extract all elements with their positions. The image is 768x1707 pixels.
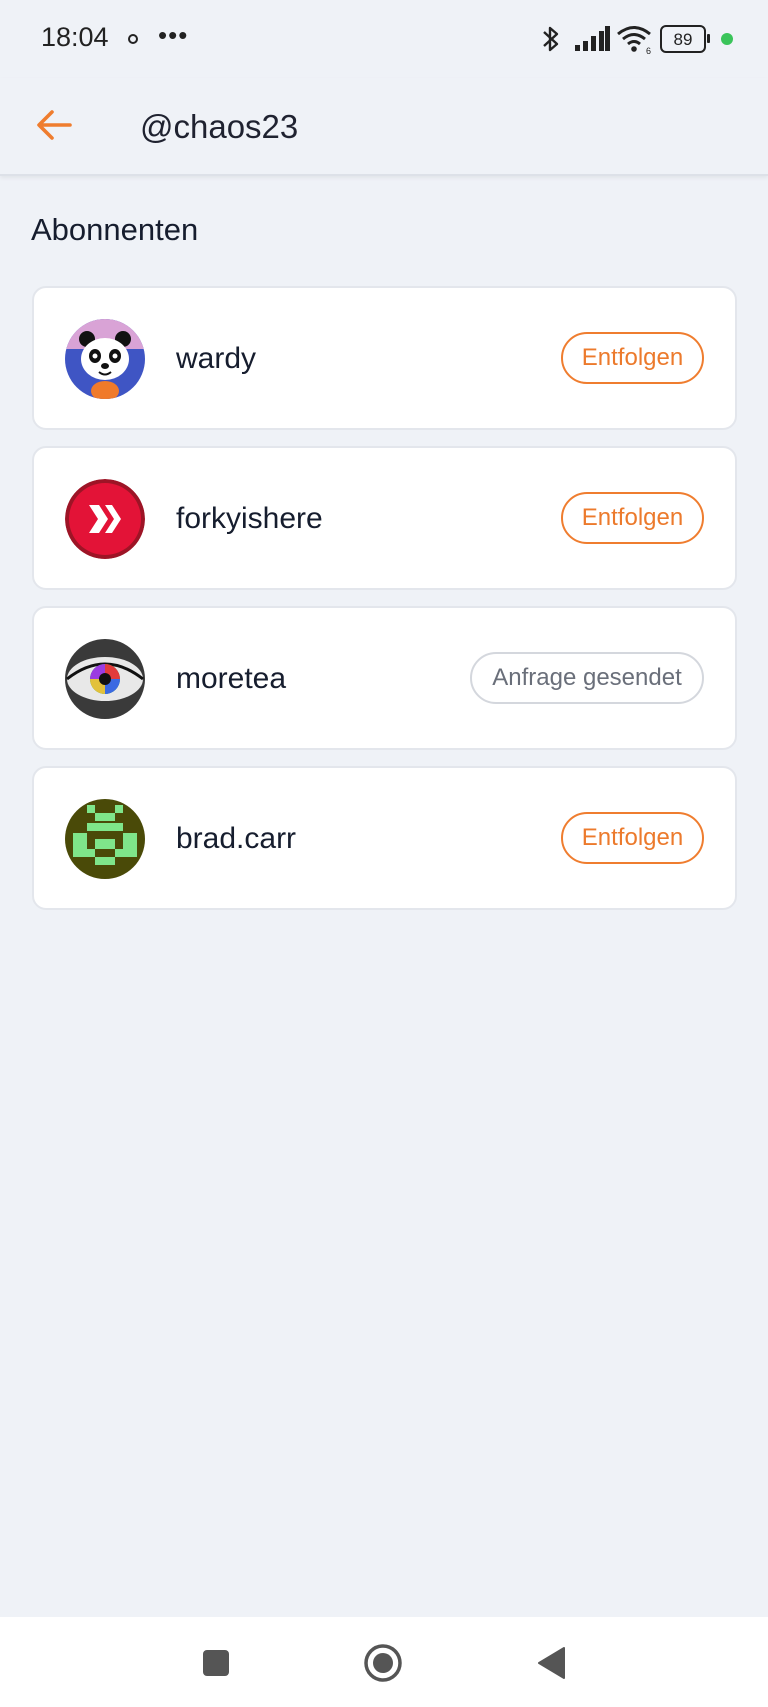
- triangle-back-icon: [538, 1647, 565, 1679]
- status-icons: 6 89: [540, 22, 740, 56]
- system-nav-bar: [0, 1617, 768, 1707]
- bluetooth-icon: [543, 26, 559, 52]
- green-dot-icon: [721, 33, 733, 45]
- status-time: 18:04: [41, 22, 109, 52]
- battery-tip-icon: [707, 34, 710, 43]
- more-notifications-icon: •••: [158, 20, 189, 50]
- list-item[interactable]: wardy Entfolgen: [32, 286, 737, 430]
- square-recents-icon: [203, 1650, 229, 1676]
- section-title: Abonnenten: [31, 212, 199, 247]
- username: moretea: [176, 662, 287, 695]
- wifi-icon: 6: [617, 26, 651, 54]
- signal-icon: [575, 26, 610, 51]
- recents-button[interactable]: [196, 1643, 236, 1683]
- status-bar: 18:04 ••• 6 89: [0, 0, 768, 78]
- hive-logo-icon: [65, 479, 145, 559]
- page-title: @chaos23: [140, 108, 299, 145]
- list-item[interactable]: forkyishere Entfolgen: [32, 446, 737, 590]
- unfollow-button[interactable]: Entfolgen: [561, 812, 704, 864]
- request-sent-button[interactable]: Anfrage gesendet: [470, 652, 704, 704]
- avatar[interactable]: [65, 479, 145, 559]
- panda-avatar-icon: [65, 319, 145, 399]
- followers-list: wardy Entfolgen forkyishere Entfolgen mo…: [32, 286, 737, 926]
- app-bar: @chaos23: [0, 78, 768, 176]
- notification-circle-icon: [128, 34, 138, 44]
- system-back-button[interactable]: [532, 1643, 572, 1683]
- unfollow-button[interactable]: Entfolgen: [561, 332, 704, 384]
- username: forkyishere: [176, 502, 323, 535]
- username: wardy: [176, 342, 257, 375]
- avatar[interactable]: [65, 639, 145, 719]
- battery-icon: 89: [660, 25, 706, 53]
- battery-level: 89: [673, 30, 693, 49]
- list-item[interactable]: moretea Anfrage gesendet: [32, 606, 737, 750]
- unfollow-button[interactable]: Entfolgen: [561, 492, 704, 544]
- back-button[interactable]: [32, 102, 78, 148]
- eye-avatar-icon: [65, 639, 145, 719]
- list-item[interactable]: brad.carr Entfolgen: [32, 766, 737, 910]
- avatar[interactable]: [65, 319, 145, 399]
- arrow-left-icon: [37, 110, 72, 140]
- svg-text:6: 6: [646, 46, 651, 54]
- circle-home-icon: [364, 1644, 402, 1682]
- pixel-avatar-icon: [65, 799, 145, 879]
- username: brad.carr: [176, 822, 297, 855]
- home-button[interactable]: [363, 1643, 403, 1683]
- avatar[interactable]: [65, 799, 145, 879]
